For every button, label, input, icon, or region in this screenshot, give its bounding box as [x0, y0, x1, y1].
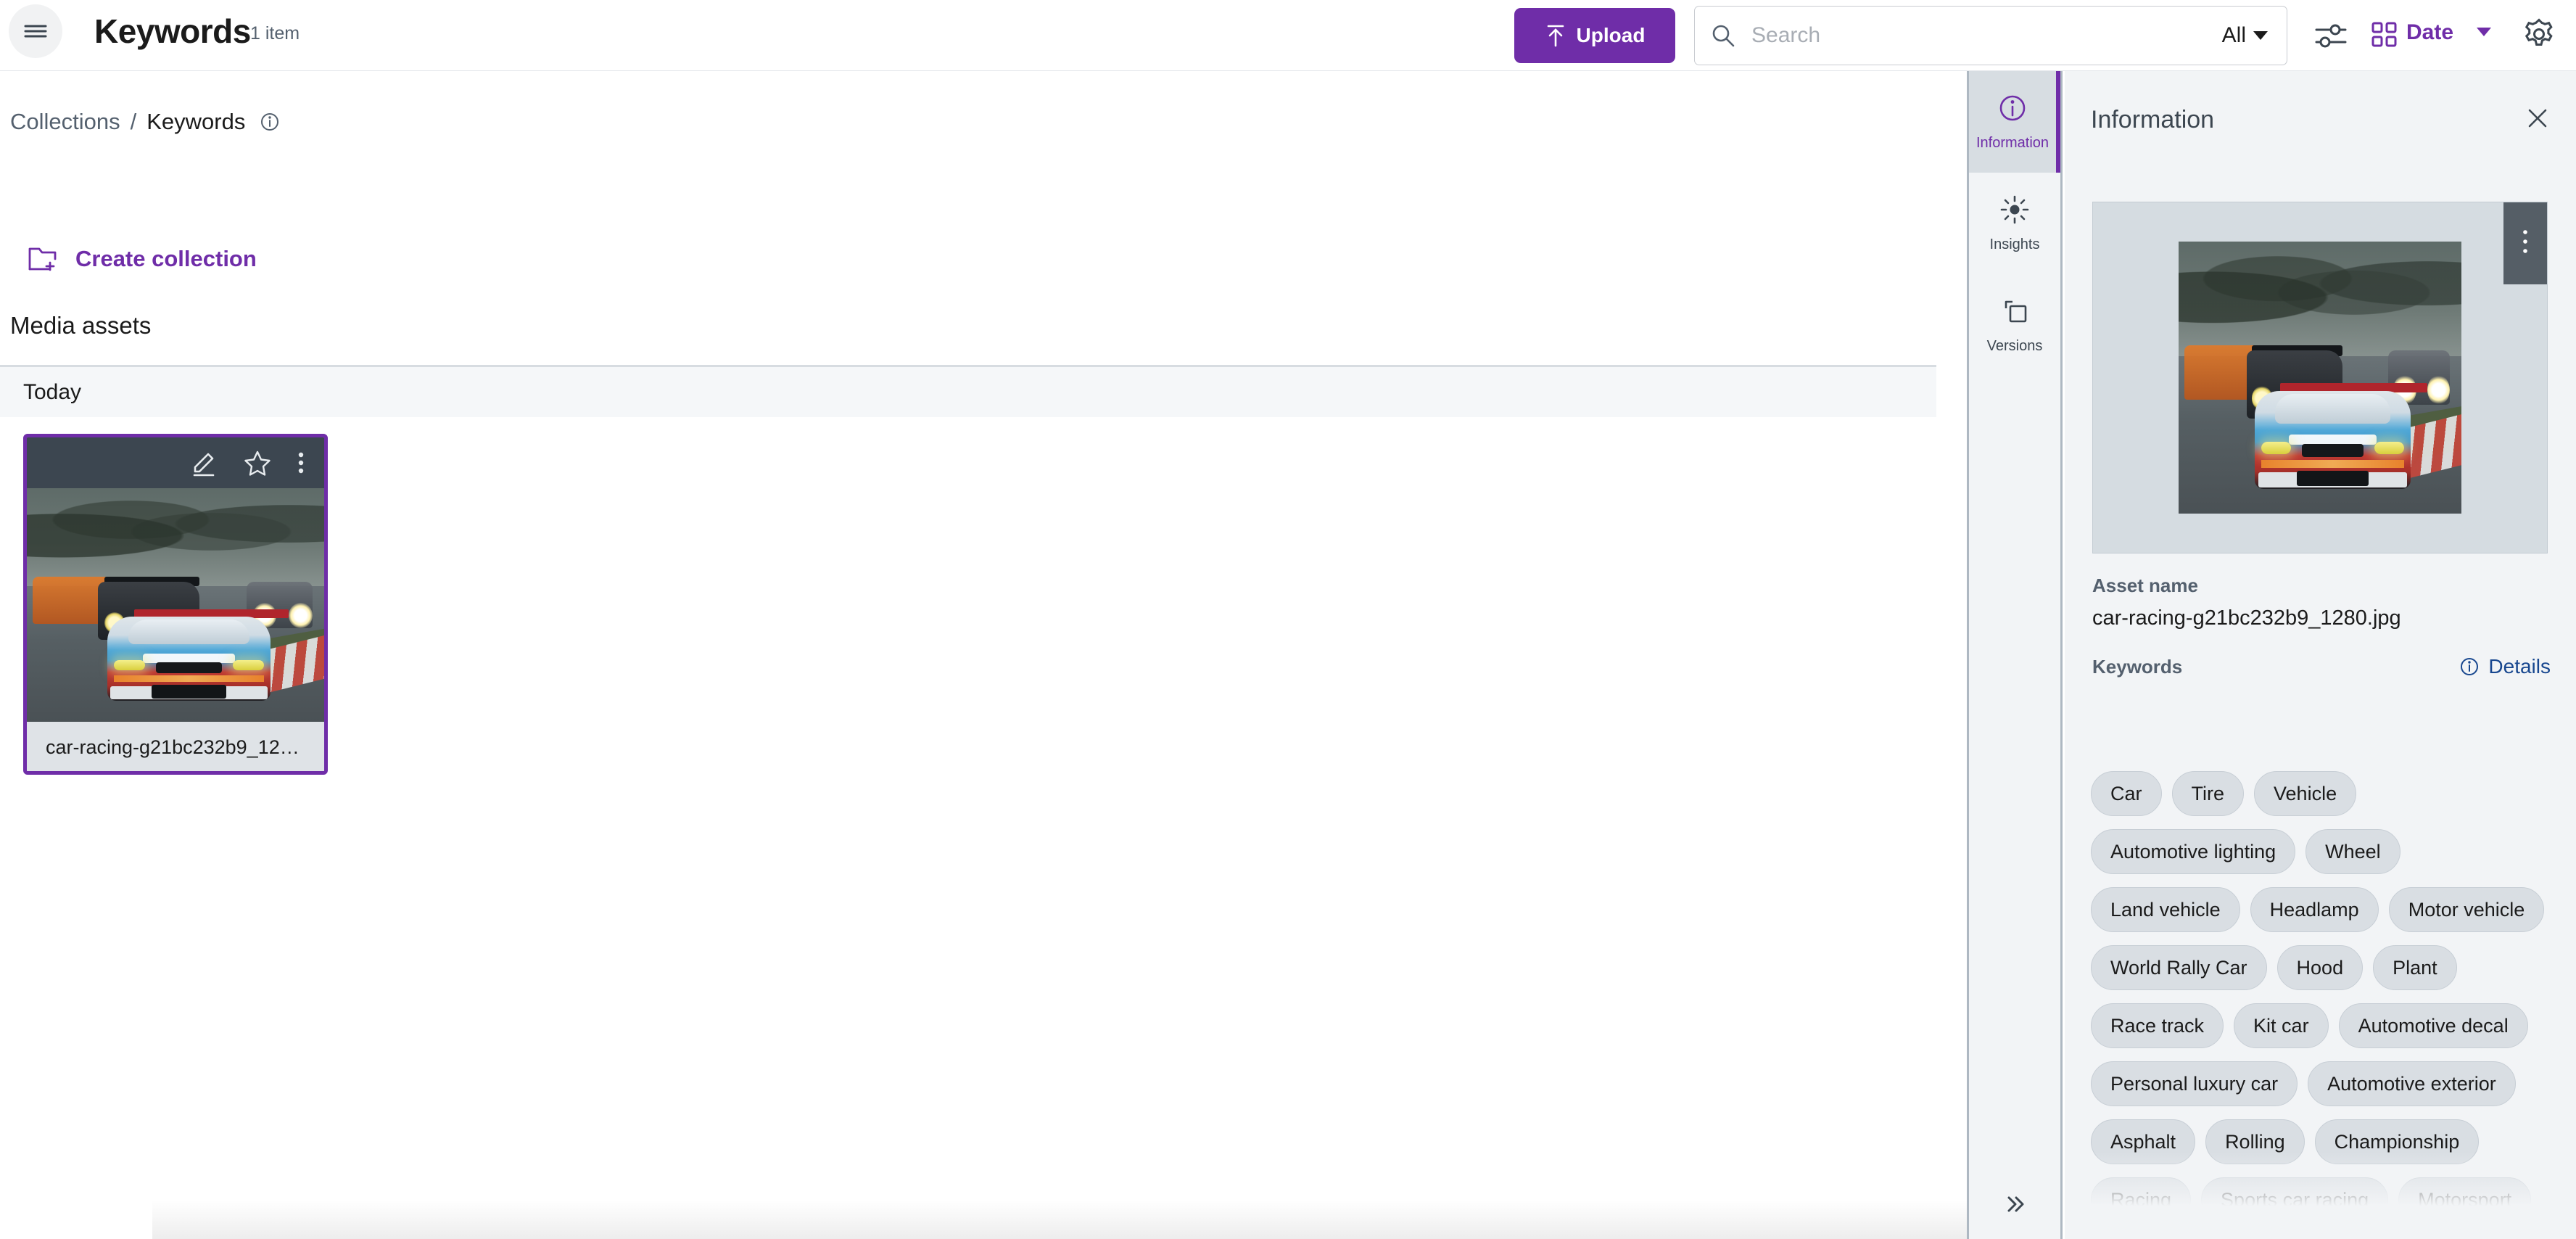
keyword-chip[interactable]: Kit car	[2234, 1003, 2329, 1048]
top-app-bar: Keywords 1 item Upload All	[0, 0, 2576, 71]
sidebar-item-label: Versions	[1986, 338, 2043, 354]
keyword-chip[interactable]: Plant	[2373, 945, 2457, 990]
content-bottom-shadow	[152, 1200, 1967, 1239]
sidebar-item-information[interactable]: Information	[1969, 71, 2060, 173]
breadcrumb-collections-link[interactable]: Collections	[10, 109, 120, 135]
keyword-details-button[interactable]: Details	[2459, 655, 2551, 678]
right-tool-rail: Information Insights Versions	[1967, 71, 2063, 1239]
keyword-chip[interactable]: Automotive exterior	[2308, 1061, 2516, 1106]
keyword-chip[interactable]: Headlamp	[2250, 887, 2379, 932]
copy-layers-icon	[1999, 295, 2031, 331]
sort-by-date-button[interactable]: Date	[2406, 20, 2453, 45]
keyword-chip[interactable]: Sports car racing	[2201, 1177, 2389, 1222]
folder-plus-icon	[28, 245, 59, 273]
breadcrumb: Collections / Keywords	[10, 109, 280, 135]
create-collection-button[interactable]: Create collection	[28, 245, 257, 273]
keyword-chip[interactable]: Car	[2091, 771, 2162, 816]
settings-button[interactable]	[2522, 17, 2556, 54]
hamburger-menu-button[interactable]	[9, 4, 62, 58]
keyword-chip[interactable]: Automotive lighting	[2091, 829, 2296, 874]
search-input[interactable]	[1751, 23, 2222, 48]
sort-chevron-button[interactable]	[2477, 28, 2491, 36]
keyword-chip[interactable]: Hood	[2276, 945, 2364, 990]
page-title: Keywords	[94, 12, 251, 50]
race-car-photo	[2179, 242, 2461, 514]
create-collection-label: Create collection	[75, 246, 257, 271]
kebab-menu-icon	[2522, 225, 2529, 262]
keyword-chip[interactable]: Racing	[2091, 1177, 2192, 1222]
sidebar-item-label: Information	[1976, 135, 2049, 151]
double-chevron-right-icon	[2000, 1192, 2029, 1220]
filters-button[interactable]	[2313, 19, 2348, 56]
kebab-menu-icon[interactable]	[297, 448, 305, 477]
chevron-down-icon	[2253, 31, 2268, 40]
keyword-chip[interactable]: Race track	[2091, 1003, 2224, 1048]
chevron-down-icon	[2477, 28, 2491, 36]
main-content-area: Collections / Keywords Create collection…	[0, 71, 1967, 1239]
keyword-chip[interactable]: World Rally Car	[2091, 945, 2267, 990]
hamburger-icon	[23, 22, 48, 40]
keyword-chip[interactable]: Motor vehicle	[2388, 887, 2545, 932]
grid-view-button[interactable]	[2370, 20, 2399, 53]
asset-name-label: Asset name	[2092, 575, 2198, 596]
info-circle-icon	[2459, 656, 2480, 677]
date-group-header: Today	[0, 365, 1936, 417]
asset-name-value: car-racing-g21bc232b9_1280.jpg	[2092, 606, 2401, 630]
gear-icon	[2522, 17, 2556, 54]
date-group-label: Today	[23, 379, 82, 404]
search-icon	[1711, 23, 1735, 48]
sliders-icon	[2313, 19, 2348, 56]
asset-card[interactable]: car-racing-g21bc232b9_12…	[23, 434, 328, 775]
keyword-details-label: Details	[2488, 655, 2551, 678]
panel-title: Information	[2091, 106, 2215, 133]
item-count: 1 item	[250, 23, 300, 44]
search-scope-label: All	[2221, 23, 2246, 47]
asset-card-filename: car-racing-g21bc232b9_12…	[27, 722, 324, 771]
keyword-chip[interactable]: Personal luxury car	[2091, 1061, 2298, 1106]
keyword-chip[interactable]: Vehicle	[2254, 771, 2357, 816]
information-panel: Information Asset name car-racing-g21bc2…	[2065, 71, 2576, 1239]
asset-card-toolbar	[27, 437, 324, 488]
close-x-icon	[2525, 106, 2550, 134]
keyword-chip[interactable]: Tire	[2171, 771, 2245, 816]
keyword-chip[interactable]: Asphalt	[2091, 1119, 2196, 1164]
asset-preview[interactable]	[2092, 202, 2548, 553]
asset-preview-image	[2179, 242, 2461, 514]
keyword-chip[interactable]: Rolling	[2205, 1119, 2305, 1164]
sidebar-item-versions[interactable]: Versions	[1969, 274, 2060, 376]
race-car-photo	[27, 488, 324, 722]
pencil-icon[interactable]	[189, 448, 218, 477]
sidebar-item-insights[interactable]: Insights	[1969, 173, 2060, 274]
upload-button[interactable]: Upload	[1514, 8, 1675, 63]
search-bar[interactable]: All	[1694, 6, 2287, 65]
keyword-chip[interactable]: Wheel	[2305, 829, 2400, 874]
star-outline-icon[interactable]	[243, 448, 272, 477]
search-scope-dropdown[interactable]: All	[2222, 23, 2268, 48]
information-panel-header: Information	[2091, 106, 2550, 134]
close-panel-button[interactable]	[2525, 106, 2550, 134]
keyword-chip[interactable]: Automotive decal	[2338, 1003, 2528, 1048]
grid-view-icon	[2370, 20, 2399, 53]
asset-thumbnail[interactable]	[27, 488, 324, 722]
asset-preview-more-button[interactable]	[2503, 202, 2547, 284]
sun-brightness-icon	[1999, 194, 2031, 229]
info-circle-icon	[1997, 92, 2028, 128]
expand-panel-button[interactable]	[1969, 1192, 2060, 1220]
breadcrumb-separator: /	[130, 109, 137, 134]
keywords-label: Keywords	[2092, 655, 2183, 678]
keyword-chip[interactable]: Championship	[2314, 1119, 2480, 1164]
info-circle-icon[interactable]	[260, 112, 280, 132]
media-assets-heading: Media assets	[10, 312, 152, 339]
upload-button-label: Upload	[1576, 24, 1646, 46]
keyword-chip-list: Car Tire Vehicle Automotive lighting Wheel La…	[2091, 771, 2555, 1222]
keywords-section-header: Keywords Details	[2092, 655, 2551, 678]
keyword-chip[interactable]: Motorsport	[2398, 1177, 2532, 1222]
keyword-chip[interactable]: Land vehicle	[2091, 887, 2240, 932]
upload-arrow-icon	[1545, 23, 1566, 48]
sidebar-item-label: Insights	[1989, 236, 2040, 252]
breadcrumb-current: Keywords	[146, 109, 246, 134]
